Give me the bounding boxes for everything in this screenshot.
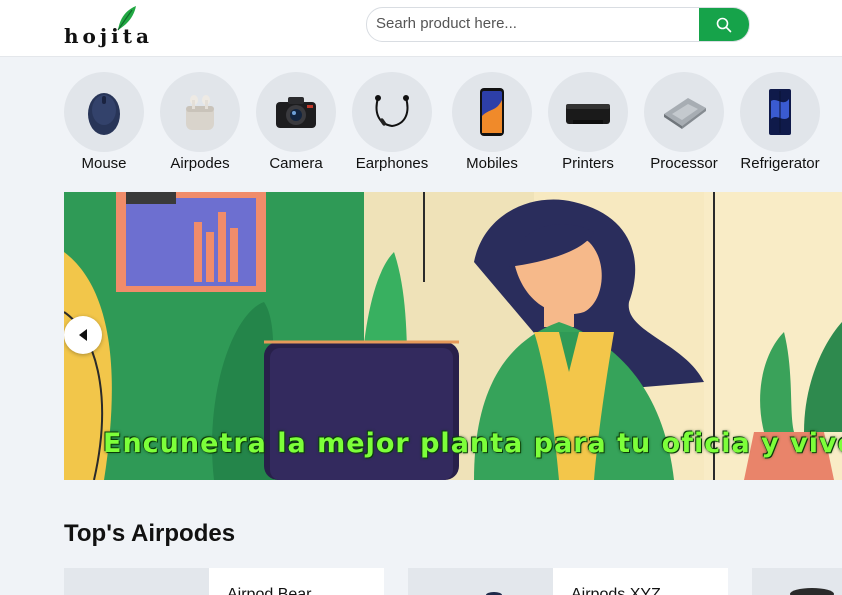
product-card[interactable]: Airpod Bear (64, 568, 384, 595)
logo[interactable]: hojita (64, 4, 164, 50)
category-image (64, 72, 144, 152)
category-earphones[interactable]: Earphones (350, 72, 434, 172)
category-processor[interactable]: Processor (642, 72, 726, 172)
product-thumbnail (486, 592, 502, 595)
category-image (644, 72, 724, 152)
product-thumbnail (790, 588, 834, 595)
category-image (740, 72, 820, 152)
banner-caption: Encunetra la mejor planta para tu oficia… (103, 428, 842, 459)
mobile-icon (480, 88, 504, 136)
category-label: Processor (650, 155, 718, 172)
product-image (64, 568, 209, 595)
category-label: Earphones (355, 155, 429, 172)
product-image (408, 568, 553, 595)
refrigerator-icon (769, 89, 791, 135)
product-image (752, 568, 842, 595)
product-card[interactable]: Airpods XYZ (408, 568, 728, 595)
category-mouse[interactable]: Mouse (62, 72, 146, 172)
category-label: Refrigerator (740, 155, 820, 172)
product-name: Airpod Bear (227, 586, 312, 595)
category-label: Camera (269, 155, 323, 172)
search-input[interactable] (367, 8, 696, 39)
mouse-icon (88, 93, 120, 135)
category-label: Mobiles (466, 155, 518, 172)
processor-icon (664, 98, 706, 129)
header: hojita (0, 0, 842, 57)
chevron-left-icon (79, 329, 87, 341)
earphones-icon (375, 95, 409, 128)
banner-prev-button[interactable] (64, 316, 102, 354)
category-refrigerator[interactable]: Refrigerator (738, 72, 822, 172)
search-icon (716, 17, 732, 32)
category-image (352, 72, 432, 152)
section-title: Top's Airpodes (64, 520, 236, 547)
category-camera[interactable]: Camera (254, 72, 338, 172)
search-bar (366, 7, 750, 42)
category-mobiles[interactable]: Mobiles (450, 72, 534, 172)
category-image (160, 72, 240, 152)
airpods-icon (186, 95, 214, 130)
category-label: Airpodes (170, 155, 230, 172)
category-label: Mouse (81, 155, 127, 172)
product-card[interactable] (752, 568, 842, 595)
category-list: Mouse Airpodes Camera Earphones Mobiles … (64, 72, 842, 176)
camera-icon (276, 97, 316, 128)
printer-icon (566, 104, 610, 124)
category-printers[interactable]: Printers (546, 72, 630, 172)
category-image (548, 72, 628, 152)
search-button[interactable] (699, 8, 749, 41)
product-name: Airpods XYZ (571, 586, 661, 595)
category-image (452, 72, 532, 152)
category-label: Printers (562, 155, 614, 172)
hero-banner[interactable]: Encunetra la mejor planta para tu oficia… (64, 192, 842, 480)
category-image (256, 72, 336, 152)
category-airpodes[interactable]: Airpodes (158, 72, 242, 172)
logo-text: hojita (64, 24, 153, 48)
